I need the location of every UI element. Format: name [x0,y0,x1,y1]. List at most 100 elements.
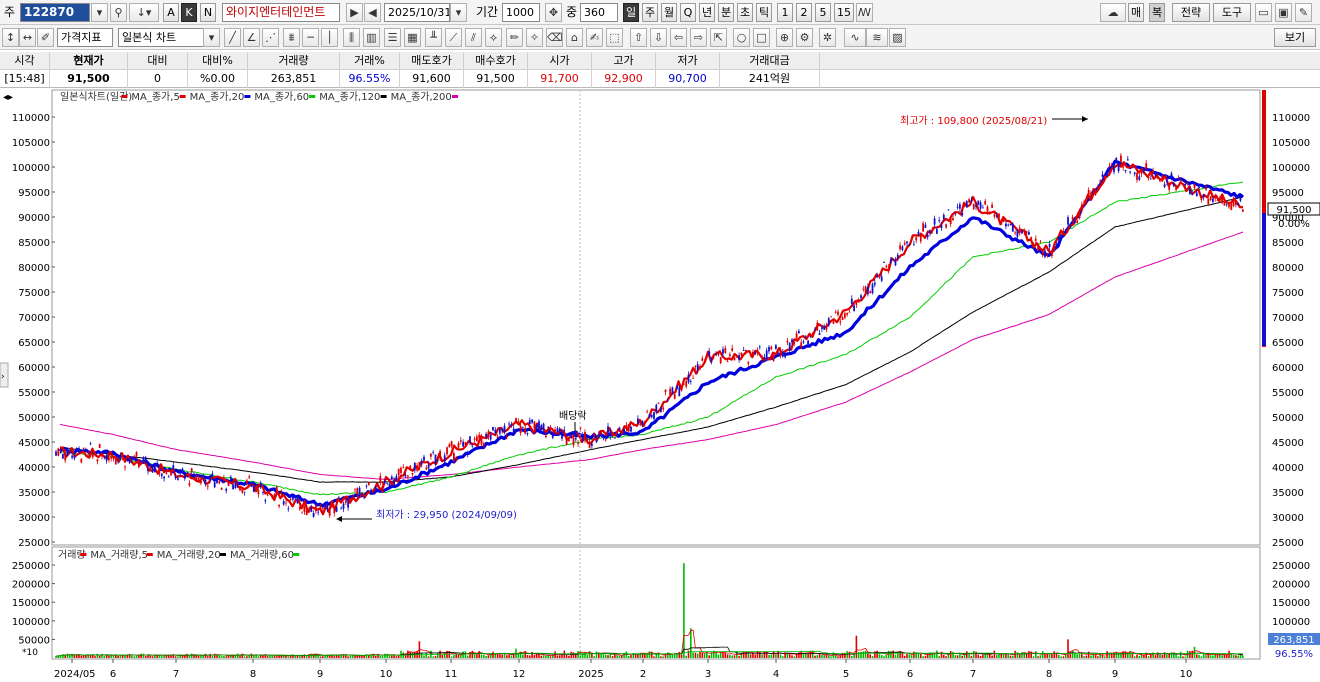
candle-body [1048,244,1051,248]
center-input[interactable]: 360 [580,3,618,22]
gear-icon[interactable]: ⚙ [796,28,813,47]
view-button[interactable]: 보기 [1274,28,1316,47]
candle-body [1237,202,1240,206]
interval-custom-icon[interactable]: ꟿ [856,3,873,22]
interval-day[interactable]: 일 [623,3,640,22]
strategy-button[interactable]: 전략 [1172,3,1210,22]
volume-bar [814,655,816,658]
regression-icon[interactable]: ⟋ [445,28,462,47]
note-icon[interactable]: ✍ [586,28,603,47]
k-button[interactable]: K [181,3,197,22]
channel-icon[interactable]: ☰ [384,28,401,47]
price-indicator-dropdown[interactable]: 가격지표 [57,28,113,47]
candle-body [1182,184,1184,185]
code-dropdown-icon[interactable]: ▾ [91,3,108,22]
save-icon[interactable]: ▣ [1275,3,1292,22]
volume-bar [1094,655,1097,658]
tools-button[interactable]: 도구 [1213,3,1251,22]
stock-code-input[interactable]: 122870 [20,3,90,22]
candle-body [1120,155,1122,162]
interval-month[interactable]: 월 [661,3,678,22]
andrews-icon[interactable]: ⟡ [485,28,502,47]
multi-button[interactable]: 복 [1149,3,1166,22]
interval-1[interactable]: 1 [777,3,793,22]
volume-bar [492,651,494,658]
trendline-icon[interactable]: ╱ [224,28,241,47]
candle-body [922,223,924,232]
volume-bar [864,650,867,658]
wrench-icon[interactable]: ✎ [1295,3,1312,22]
interval-second[interactable]: 초 [737,3,754,22]
a-button[interactable]: A [163,3,179,22]
bars-icon[interactable]: ╨ [425,28,442,47]
interval-15[interactable]: 15 [834,3,854,22]
x-tick-label: 3 [705,669,711,679]
price-legend-item: MA_종가,5 [131,91,179,103]
play-icon[interactable]: ▶ [346,3,363,22]
interval-tick[interactable]: 틱 [756,3,773,22]
volume-bar [1007,654,1009,658]
interval-quarter[interactable]: Q [680,3,696,22]
eraser-icon[interactable]: ⌫ [546,28,563,47]
chart-area[interactable]: ◂▸ › 일본식차트(일간) MA_종가,5 MA_종가,20 MA_종가,60 MA_… [0,88,1320,680]
tag-icon[interactable]: ⌂ [566,28,583,47]
rectangle-icon[interactable]: □ [753,28,770,47]
interval-5[interactable]: 5 [815,3,831,22]
cycle-icon[interactable]: ⫼ [343,28,360,47]
bug-icon[interactable]: ✲ [819,28,836,47]
table-icon[interactable]: ▦ [404,28,421,47]
volume-bar [1002,653,1005,658]
candle-body [317,511,320,513]
date-input[interactable]: 2025/10/31 [384,3,450,22]
sort-icon[interactable]: ↓▾ [129,3,159,22]
candle-body [959,204,961,209]
hline-icon[interactable]: ─ [302,28,319,47]
side-collapse-icon[interactable]: › [1,372,5,382]
up-arrow-icon[interactable]: ⇧ [630,28,647,47]
candle-body [206,485,209,487]
updown-icon[interactable]: ↕ [2,28,19,47]
fan-icon[interactable]: ⋰ [262,28,279,47]
left-arrow-icon[interactable]: ⇦ [670,28,687,47]
period-input[interactable]: 1000 [502,3,540,22]
wave-icon[interactable]: ≋ [866,28,888,47]
fibonacci-icon[interactable]: ⩩ [283,28,300,47]
back-icon[interactable]: ◀ [364,3,381,22]
chart-type-chevron-icon[interactable]: ▾ [203,28,220,47]
leftright-icon[interactable]: ↔ [19,28,36,47]
circle-icon[interactable]: ○ [733,28,750,47]
indicator-icon[interactable]: ∿ [844,28,866,47]
image-icon[interactable]: ▨ [889,28,906,47]
magic-icon[interactable]: ✧ [526,28,543,47]
parallel-icon[interactable]: ⫽ [465,28,482,47]
volume-bar [202,655,204,658]
interval-week[interactable]: 주 [642,3,659,22]
folder-icon[interactable]: ▭ [1255,3,1272,22]
pencil-icon[interactable]: ✏ [506,28,523,47]
candle-body [363,497,366,499]
grid-lines-icon[interactable]: ▥ [363,28,380,47]
angle-icon[interactable]: ∠ [243,28,260,47]
calendar-dropdown-icon[interactable]: ▾ [450,3,467,22]
vline-icon[interactable]: │ [321,28,338,47]
down-arrow-icon[interactable]: ⇩ [650,28,667,47]
right-arrow-icon[interactable]: ⇨ [690,28,707,47]
interval-2[interactable]: 2 [796,3,812,22]
move-icon[interactable]: ✥ [545,3,562,22]
zoom-icon[interactable]: ⊕ [776,28,793,47]
search-icon[interactable]: ⚲ [110,3,127,22]
stock-name-field[interactable]: 와이지엔터테인먼트 [222,3,340,22]
buy-sell-button[interactable]: 매 [1128,3,1145,22]
scroll-left-icon[interactable]: ◂▸ [3,92,13,103]
interval-minute[interactable]: 분 [718,3,735,22]
candle-body [837,311,839,315]
edit-icon[interactable]: ✐ [37,28,54,47]
export-icon[interactable]: ⇱ [710,28,727,47]
interval-year[interactable]: 년 [699,3,716,22]
n-button[interactable]: N [200,3,216,22]
volume-bar [671,654,674,658]
chart-type-dropdown[interactable]: 일본식 차트 [118,28,208,47]
select-icon[interactable]: ⬚ [606,28,623,47]
cloud-icon[interactable]: ☁ [1100,3,1126,22]
stock-chart[interactable]: ◂▸ › 일본식차트(일간) MA_종가,5 MA_종가,20 MA_종가,60 MA_… [0,88,1320,680]
